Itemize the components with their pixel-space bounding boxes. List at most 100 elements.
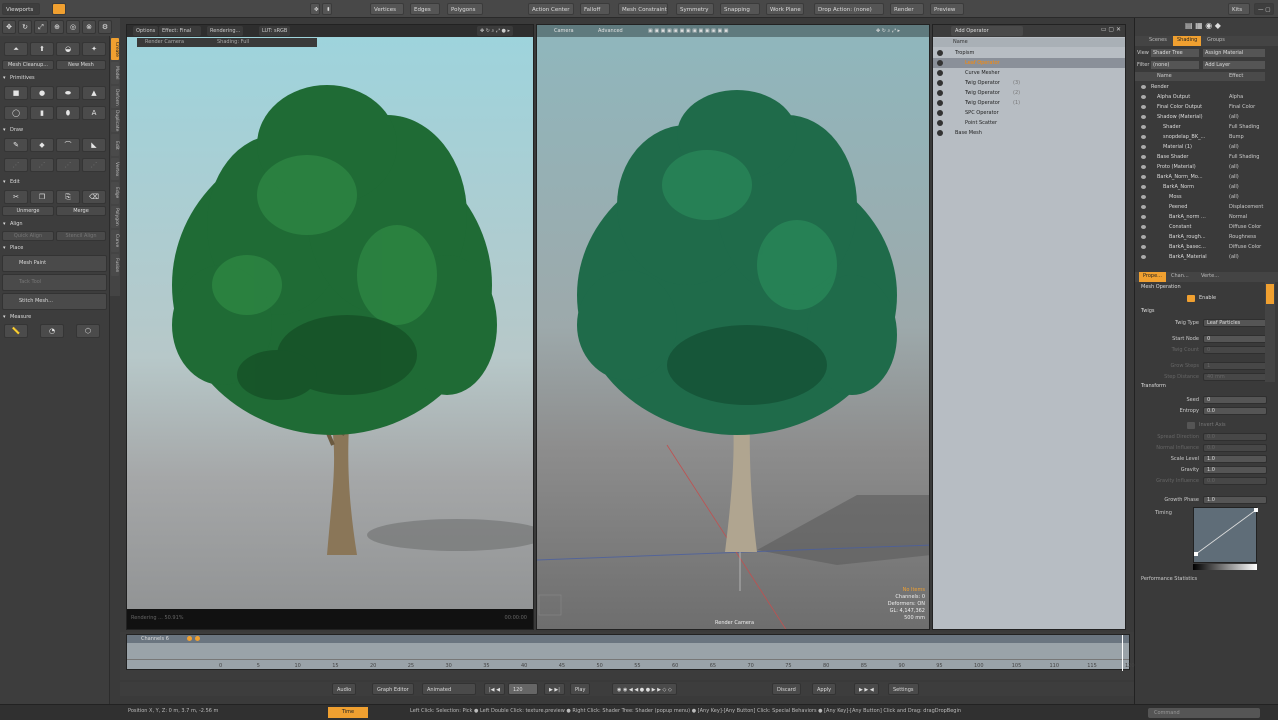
property-value-field[interactable]: 0.0 (1203, 477, 1267, 485)
time-button[interactable]: Time (328, 707, 368, 718)
shader-visibility-icon[interactable] (1141, 225, 1146, 229)
action-center-button[interactable]: Action Center (528, 3, 574, 15)
tab-channels[interactable]: Chan... (1171, 273, 1189, 279)
drop-action-select[interactable]: Drop Action: (none) (814, 3, 884, 15)
shader-visibility-icon[interactable] (1141, 135, 1146, 139)
polygons-button[interactable]: Polygons (447, 3, 483, 15)
push-tool-icon[interactable]: ✦ (82, 42, 106, 56)
assign-material-button[interactable]: Assign Material (1203, 49, 1265, 57)
shader-tree-row[interactable]: BarkA_Norm_Mo... (all) (1139, 172, 1263, 182)
items-list-row[interactable]: Curve Mesher (933, 68, 1125, 78)
preview-button[interactable]: Preview (930, 3, 964, 15)
property-value-field[interactable]: 0 (1203, 396, 1267, 404)
current-frame-field[interactable]: 120 (508, 683, 538, 695)
window-controls[interactable]: — ▢ ✕ (1254, 3, 1274, 15)
tab-model[interactable]: Model (111, 62, 119, 84)
primitives-section[interactable]: Primitives (2, 74, 107, 83)
visibility-eye-icon[interactable] (937, 120, 943, 126)
mesh-operation-section[interactable]: Mesh Operation (1141, 284, 1181, 290)
shader-item-effect[interactable]: Diffuse Color (1229, 222, 1261, 232)
draw-section[interactable]: Draw (2, 126, 107, 135)
shader-tree-row[interactable]: BarkA_Norm (all) (1139, 182, 1263, 192)
snapping-button[interactable]: Snapping (720, 3, 760, 15)
transform-tool-icon[interactable]: ⊕ (50, 20, 64, 34)
items-list-row[interactable]: Twig Operator (1) (933, 98, 1125, 108)
polygon-draw-icon[interactable]: ◣ (82, 138, 106, 152)
tack-tool-button[interactable]: Tack Tool (2, 274, 107, 291)
disc-icon[interactable]: ⬬ (56, 86, 80, 100)
shader-visibility-icon[interactable] (1141, 185, 1146, 189)
tab-shading[interactable]: Shading (1173, 36, 1202, 46)
render-preview-viewport[interactable]: Options Effect: Final C... Rendering... … (126, 24, 534, 630)
shader-item-effect[interactable]: Displacement (1229, 202, 1263, 212)
shader-tree-row[interactable]: Final Color Output Final Color (1139, 102, 1263, 112)
unmerge-button[interactable]: Unmerge (2, 206, 54, 216)
shader-visibility-icon[interactable] (1141, 85, 1146, 89)
timing-curve-graph[interactable] (1193, 507, 1258, 563)
properties-vtab-active[interactable] (1266, 284, 1274, 304)
shader-tree-row[interactable]: BarkA_rough... Roughness (1139, 232, 1263, 242)
place-section[interactable]: Place (2, 244, 107, 253)
snap-icon[interactable]: ⊗ (82, 20, 96, 34)
tab-deform[interactable]: Deform (111, 86, 119, 108)
play-button[interactable]: Play (570, 683, 591, 695)
graph-editor-button[interactable]: Graph Editor (372, 683, 414, 695)
extrude-tool-icon[interactable]: ⬆ (30, 42, 54, 56)
visibility-eye-icon[interactable] (937, 110, 943, 116)
transport-forward-icons[interactable]: ▶ ▶| (544, 683, 565, 695)
shader-visibility-icon[interactable] (1141, 215, 1146, 219)
tab-scenes[interactable]: Scenes (1149, 37, 1167, 43)
property-value-field[interactable]: Leaf Particles (1203, 319, 1267, 327)
key-icon-1[interactable] (187, 636, 192, 641)
loop-slice-icon[interactable]: ◒ (56, 42, 80, 56)
mesh-paint-button[interactable]: Mesh Paint (2, 255, 107, 272)
camera-viewport[interactable]: Camera Advanced ▣ ▣ ▣ ▣ ▣ ▣ ▣ ▣ ▣ ▣ ▣ ▣ … (536, 24, 930, 630)
visibility-eye-icon[interactable] (937, 70, 943, 76)
tab-groups[interactable]: Groups (1207, 37, 1225, 43)
align-section[interactable]: Align (2, 220, 107, 229)
invert-axis-checkbox[interactable] (1187, 422, 1195, 429)
discard-button[interactable]: Discard (772, 683, 801, 695)
performance-statistics-section[interactable]: Performance Statistics (1141, 576, 1197, 582)
viewports-menu[interactable]: Viewports (2, 3, 40, 15)
shader-item-effect[interactable]: (all) (1229, 192, 1239, 202)
visibility-eye-icon[interactable] (937, 80, 943, 86)
shader-tree-row[interactable]: Base Shader Full Shading (1139, 152, 1263, 162)
shader-tree-row[interactable]: Material (1) (all) (1139, 142, 1263, 152)
command-input[interactable]: Command (1148, 708, 1260, 718)
key-icon-2[interactable] (195, 636, 200, 641)
settings-button[interactable]: Settings (888, 683, 919, 695)
visibility-eye-icon[interactable] (937, 50, 943, 56)
property-value-field[interactable]: 40 mm (1203, 373, 1267, 381)
shader-item-effect[interactable]: Roughness (1229, 232, 1256, 242)
tab-properties[interactable]: Prope... (1139, 272, 1166, 282)
new-mesh-button[interactable]: New Mesh (56, 60, 106, 70)
shader-tree-row[interactable]: Alpha Output Alpha (1139, 92, 1263, 102)
work-plane-button[interactable]: Work Plane (766, 3, 804, 15)
tab-create[interactable]: Create (111, 38, 119, 60)
draw-tool-7-icon[interactable]: ⋰ (56, 158, 80, 172)
cut-icon[interactable]: ✂ (4, 190, 28, 204)
tab-edge[interactable]: Edge (111, 182, 119, 204)
copy-icon[interactable]: ❐ (30, 190, 54, 204)
shader-tree-row[interactable]: Peened Displacement (1139, 202, 1263, 212)
shader-visibility-icon[interactable] (1141, 125, 1146, 129)
property-value-field[interactable]: 1 (1203, 362, 1267, 370)
items-list-row[interactable]: Point Scatter (933, 118, 1125, 128)
bounding-box-icon[interactable]: ⬡ (76, 324, 100, 338)
property-value-field[interactable]: 1.0 (1203, 496, 1267, 504)
shader-item-effect[interactable]: (all) (1229, 112, 1239, 122)
merge-button[interactable]: Merge (56, 206, 106, 216)
tab-edit[interactable]: Edit (111, 134, 119, 156)
tab-duplicate[interactable]: Duplicate (111, 110, 119, 132)
shader-visibility-icon[interactable] (1141, 205, 1146, 209)
shader-tree-row[interactable]: Render (1139, 82, 1263, 92)
items-list-row[interactable]: Base Mesh (933, 128, 1125, 138)
shader-tree-row[interactable]: snopdelap_BK_... Bump (1139, 132, 1263, 142)
stitch-mesh-button[interactable]: Stitch Mesh... (2, 293, 107, 310)
cube-icon[interactable]: ■ (4, 86, 28, 100)
shader-item-effect[interactable]: Final Color (1229, 102, 1255, 112)
enable-checkbox[interactable] (1187, 295, 1195, 302)
property-value-field[interactable]: 0.0 (1203, 433, 1267, 441)
sphere-icon[interactable]: ● (30, 86, 54, 100)
